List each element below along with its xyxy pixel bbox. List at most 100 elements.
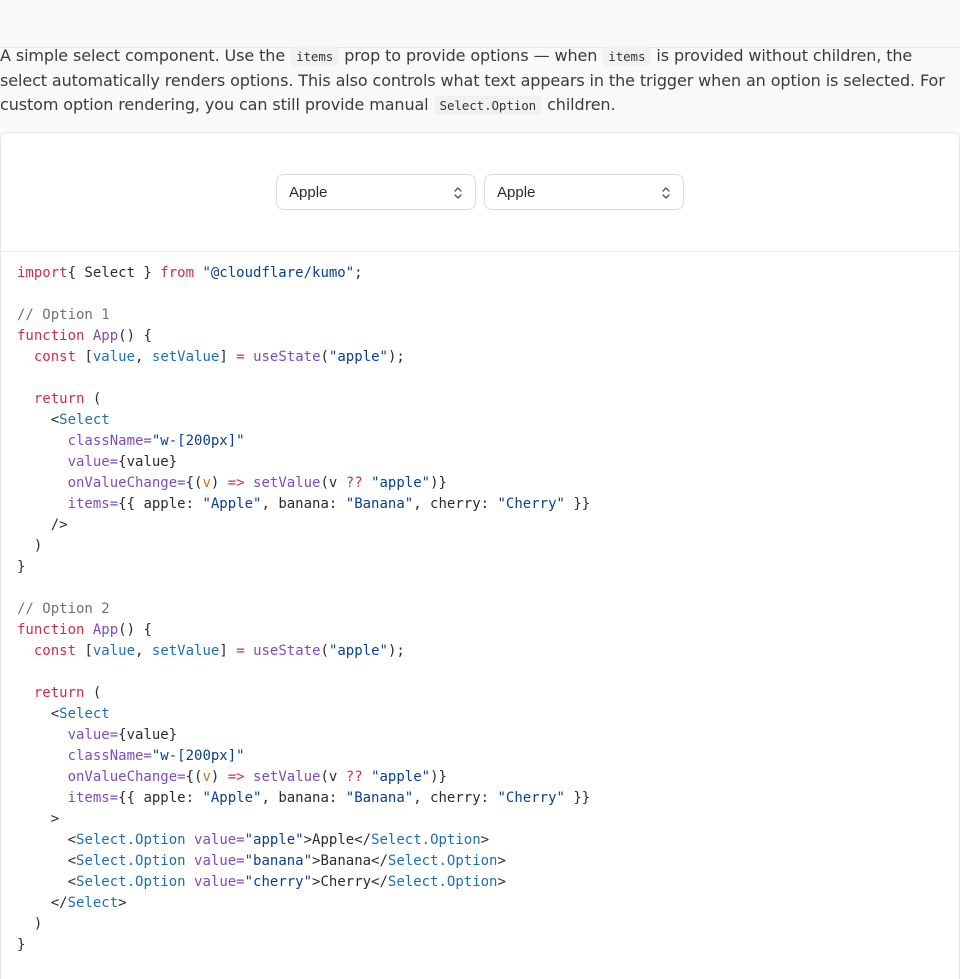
code-token: items= [67,496,119,512]
code-token: < [17,853,77,869]
code-token: => [227,769,245,785]
code-line: className="w-[200px]" [17,746,590,767]
code-line: onValueChange={(v) => setValue(v ?? "app… [17,767,590,788]
code-token: value= [194,832,245,848]
code-line: } [17,557,590,578]
code-token: onValueChange= [67,475,186,491]
code-line: </Select> [17,893,590,914]
code-token: , [135,349,152,365]
code-token: } [17,559,26,575]
code-token: setValue [151,643,220,659]
code-token: ) [17,916,43,932]
code-token: ( [84,685,102,701]
code-token: return [33,391,85,407]
code-token: value= [194,874,245,890]
code-token: items= [67,790,119,806]
code-token: import [17,265,68,281]
code-token: >Apple</ [303,832,372,848]
code-line: items={{ apple: "Apple", banana: "Banana… [17,494,591,515]
code-line: function App() { [17,620,590,641]
code-token: {value} [118,727,178,743]
inline-code-select-option: Select.Option [433,96,543,115]
code-token: < [17,706,60,722]
code-token: ); [387,643,405,659]
code-token: return [33,685,85,701]
code-token: className= [67,433,152,449]
code-token: { Select } [67,265,161,281]
code-token: value= [194,853,245,869]
code-token: {value} [118,454,178,470]
code-token: , cherry: [413,790,498,806]
code-token: value= [67,454,119,470]
code-line: <Select.Option value="cherry">Cherry</Se… [17,872,590,893]
code-token: const [33,349,77,365]
code-token: )} [430,769,447,785]
code-token: Select [59,412,110,428]
select-trigger-option-1[interactable]: Apple [276,174,476,210]
code-token: ?? [345,769,363,785]
code-token: > [497,853,506,869]
code-token: }} [564,790,591,806]
code-token: "banana" [244,853,313,869]
code-line: <Select.Option value="banana">Banana</Se… [17,851,590,872]
code-line: // Option 1 [17,305,590,326]
code-token: > [497,874,506,890]
code-line: <Select [17,704,590,725]
code-line: value={value} [17,725,590,746]
code-token: "apple" [328,349,388,365]
code-token: onValueChange= [67,769,186,785]
code-token: "apple" [371,769,431,785]
code-token: App [92,328,119,344]
code-line: import{ Select } from "@cloudflare/kumo"… [17,263,590,284]
code-token: useState [253,643,321,659]
chevron-up-down-icon [454,187,462,199]
code-token: > [17,811,60,827]
code-token: // Option 1 [17,307,110,323]
select-trigger-option-2[interactable]: Apple [484,174,684,210]
description-text: A simple select component. Use the [0,46,286,65]
code-token: {( [185,475,203,491]
code-token: () { [118,328,152,344]
code-token: ) [210,769,228,785]
code-token: {{ apple: [118,790,203,806]
code-line: ) [17,536,590,557]
code-token: // Option 2 [17,601,110,617]
code-token: = [236,349,245,365]
code-token: , banana: [261,496,346,512]
code-line: /> [17,515,590,536]
code-token: "Cherry" [497,496,565,512]
code-token: "@cloudflare/kumo" [194,265,355,281]
code-token: (v [320,475,346,491]
code-token: < [17,874,77,890]
code-token: className= [67,748,152,764]
code-token: Select.Option [76,853,186,869]
code-token: "Banana" [345,496,414,512]
code-line: return ( [17,389,590,410]
code-token: Select.Option [76,832,186,848]
select-value: Apple [289,184,328,201]
code-token: "apple" [328,643,388,659]
code-token: , cherry: [413,496,498,512]
description-text: children. [547,95,616,114]
code-token: [ [76,643,93,659]
code-token: , banana: [261,790,346,806]
code-token: ) [210,475,228,491]
code-line: <Select [17,410,590,431]
code-line: const [value, setValue] = useState("appl… [17,641,590,662]
